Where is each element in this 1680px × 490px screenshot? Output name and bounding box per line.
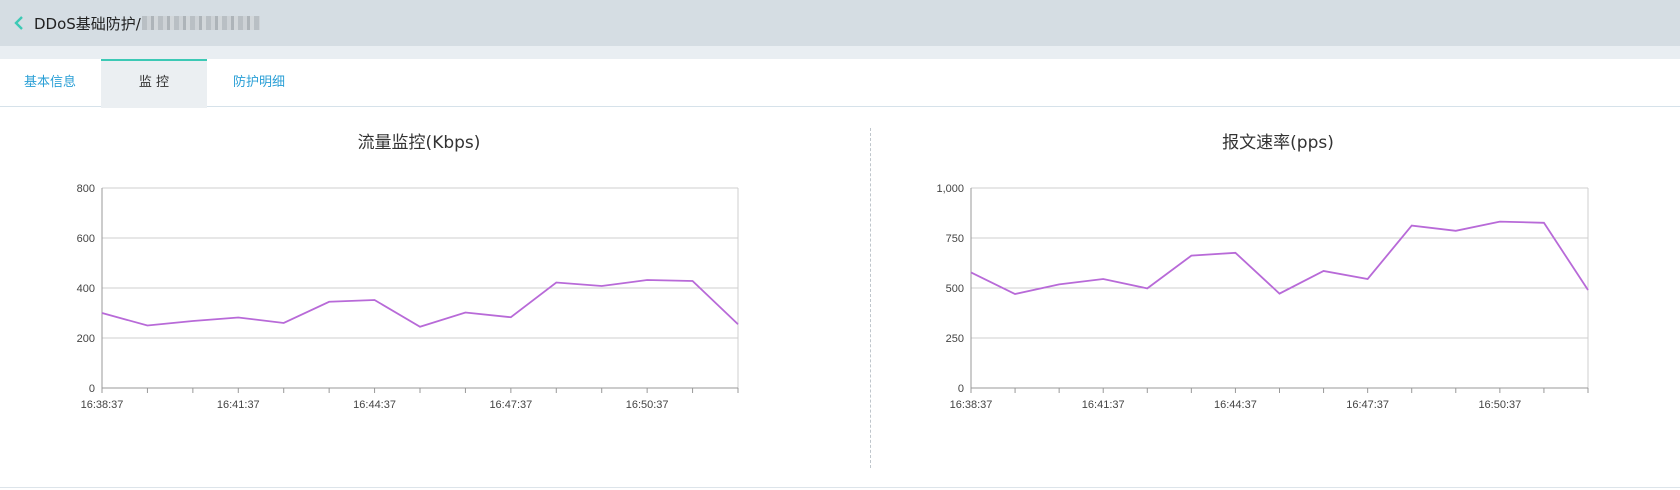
x-tick-label: 16:47:37 — [1346, 399, 1389, 411]
y-tick-label: 500 — [946, 283, 964, 295]
packet-rate-chart: 0 250 500 750 1,000 16:38:37 16:41:37 16:44:37 1… — [936, 183, 1589, 411]
x-tick-label: 16:50:37 — [1478, 399, 1521, 411]
x-tick-label: 16:41:37 — [1082, 399, 1125, 411]
series-line — [970, 220, 1589, 295]
x-tick-label: 16:44:37 — [1214, 399, 1257, 411]
x-tick-label: 16:38:37 — [950, 399, 993, 411]
y-tick-label: 1,000 — [936, 183, 964, 195]
y-tick-label: 750 — [946, 233, 964, 245]
y-tick-label: 250 — [946, 333, 964, 345]
y-tick-label: 0 — [958, 383, 964, 395]
bottom-border — [0, 487, 1680, 488]
